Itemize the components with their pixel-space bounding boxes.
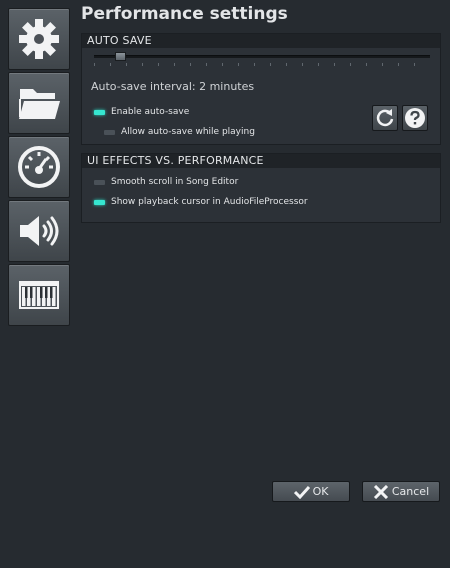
folder-icon	[19, 89, 60, 119]
page-title: Performance settings	[81, 4, 288, 24]
reset-auto-save-button[interactable]	[372, 105, 398, 131]
ok-label: OK	[312, 485, 329, 498]
help-icon	[405, 108, 425, 128]
sidebar-item-general[interactable]	[8, 8, 70, 70]
auto-save-interval-slider[interactable]	[94, 52, 430, 66]
checkmark-icon	[293, 485, 310, 499]
ui-effects-header: UI EFFECTS VS. PERFORMANCE	[82, 154, 440, 168]
close-icon	[373, 484, 388, 499]
gear-icon	[19, 19, 59, 59]
settings-sidebar	[8, 8, 70, 328]
sidebar-item-audio[interactable]	[8, 200, 70, 262]
sidebar-item-midi[interactable]	[8, 264, 70, 326]
slider-ticks	[94, 63, 430, 66]
allow-auto-save-while-playing-checkbox[interactable]: Allow auto-save while playing	[104, 127, 255, 137]
ok-button[interactable]: OK	[272, 481, 350, 502]
auto-save-group: AUTO SAVE Auto-save interval: 2 minutes …	[81, 33, 441, 145]
playback-cursor-checkbox[interactable]: Show playback cursor in AudioFileProcess…	[94, 197, 308, 207]
auto-save-interval-label: Auto-save interval: 2 minutes	[91, 80, 255, 93]
checkbox-label: Smooth scroll in Song Editor	[111, 177, 239, 187]
speaker-icon	[20, 216, 59, 246]
led-indicator	[94, 109, 105, 115]
led-indicator	[104, 129, 115, 135]
sidebar-item-performance[interactable]	[8, 136, 70, 198]
checkbox-label: Show playback cursor in AudioFileProcess…	[111, 197, 308, 207]
help-button[interactable]	[402, 105, 428, 131]
led-indicator	[94, 199, 105, 205]
keyboard-icon	[19, 281, 59, 309]
reset-icon	[376, 109, 394, 127]
gauge-icon	[18, 146, 60, 188]
sidebar-item-paths[interactable]	[8, 72, 70, 134]
auto-save-header: AUTO SAVE	[82, 34, 440, 48]
slider-track	[94, 55, 430, 58]
ui-effects-group: UI EFFECTS VS. PERFORMANCE Smooth scroll…	[81, 153, 441, 223]
checkbox-label: Enable auto-save	[111, 107, 190, 117]
led-indicator	[94, 179, 105, 185]
checkbox-label: Allow auto-save while playing	[121, 127, 255, 137]
smooth-scroll-checkbox[interactable]: Smooth scroll in Song Editor	[94, 177, 238, 187]
enable-auto-save-checkbox[interactable]: Enable auto-save	[94, 107, 189, 117]
cancel-label: Cancel	[391, 485, 430, 498]
slider-handle[interactable]	[115, 52, 126, 61]
cancel-button[interactable]: Cancel	[362, 481, 440, 502]
